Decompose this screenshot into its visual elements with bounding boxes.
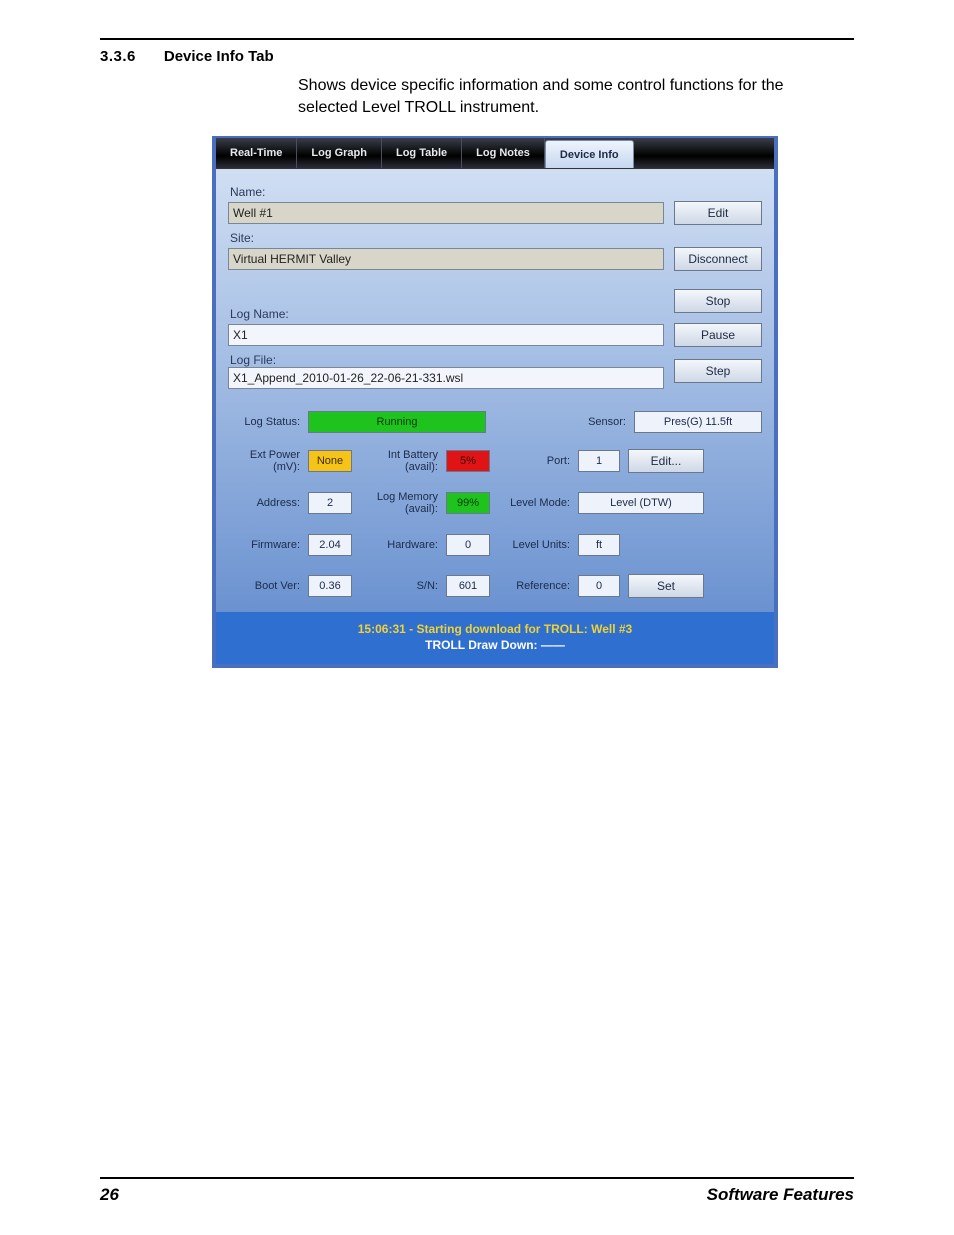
hardware-value: 0 [446,534,490,556]
site-label: Site: [230,231,762,245]
int-battery-label: Int Battery (avail): [360,449,438,473]
sn-label: S/N: [360,580,438,592]
sensor-value: Pres(G) 11.5ft [634,411,762,433]
log-name-field[interactable]: X1 [228,324,664,346]
status-footer: 15:06:31 - Starting download for TROLL: … [216,612,774,664]
log-memory-label: Log Memory (avail): [360,491,438,515]
pause-button[interactable]: Pause [674,323,762,347]
firmware-label: Firmware: [228,539,300,551]
reference-value[interactable]: 0 [578,575,620,597]
step-button[interactable]: Step [674,359,762,383]
name-field[interactable]: Well #1 [228,202,664,224]
ext-power-label: Ext Power (mV): [228,449,300,473]
address-value: 2 [308,492,352,514]
level-units-label: Level Units: [498,539,570,551]
sensor-label: Sensor: [554,416,626,428]
log-status-label: Log Status: [228,416,300,428]
section-number: 3.3.6 [100,48,136,65]
tab-real-time[interactable]: Real-Time [216,138,297,168]
firmware-value: 2.04 [308,534,352,556]
tab-log-graph[interactable]: Log Graph [297,138,382,168]
level-mode-value: Level (DTW) [578,492,704,514]
device-info-window: Real-Time Log Graph Log Table Log Notes … [212,136,778,667]
boot-ver-label: Boot Ver: [228,580,300,592]
level-units-value: ft [578,534,620,556]
hardware-label: Hardware: [360,539,438,551]
disconnect-button[interactable]: Disconnect [674,247,762,271]
int-battery-value: 5% [446,450,490,472]
reference-label: Reference: [498,580,570,592]
name-label: Name: [230,185,762,199]
address-label: Address: [228,497,300,509]
port-label: Port: [498,455,570,467]
tab-log-notes[interactable]: Log Notes [462,138,545,168]
port-value: 1 [578,450,620,472]
status-footer-line1: 15:06:31 - Starting download for TROLL: … [224,622,766,636]
level-mode-label: Level Mode: [498,497,570,509]
section-body: Shows device specific information and so… [298,75,788,118]
tab-log-table[interactable]: Log Table [382,138,462,168]
log-file-field[interactable]: X1_Append_2010-01-26_22-06-21-331.wsl [228,367,664,389]
ext-power-value: None [308,450,352,472]
tab-device-info[interactable]: Device Info [545,140,634,168]
footer-title: Software Features [707,1185,854,1205]
section-title: Device Info Tab [164,48,274,65]
log-memory-value: 99% [446,492,490,514]
edit-button[interactable]: Edit [674,201,762,225]
status-footer-line2: TROLL Draw Down: —— [224,638,766,652]
page-number: 26 [100,1185,119,1205]
boot-ver-value: 0.36 [308,575,352,597]
stop-button[interactable]: Stop [674,289,762,313]
edit-port-button[interactable]: Edit... [628,449,704,473]
tab-strip: Real-Time Log Graph Log Table Log Notes … [216,138,774,169]
sn-value: 601 [446,575,490,597]
log-status-value: Running [308,411,486,433]
set-button[interactable]: Set [628,574,704,598]
site-field[interactable]: Virtual HERMIT Valley [228,248,664,270]
